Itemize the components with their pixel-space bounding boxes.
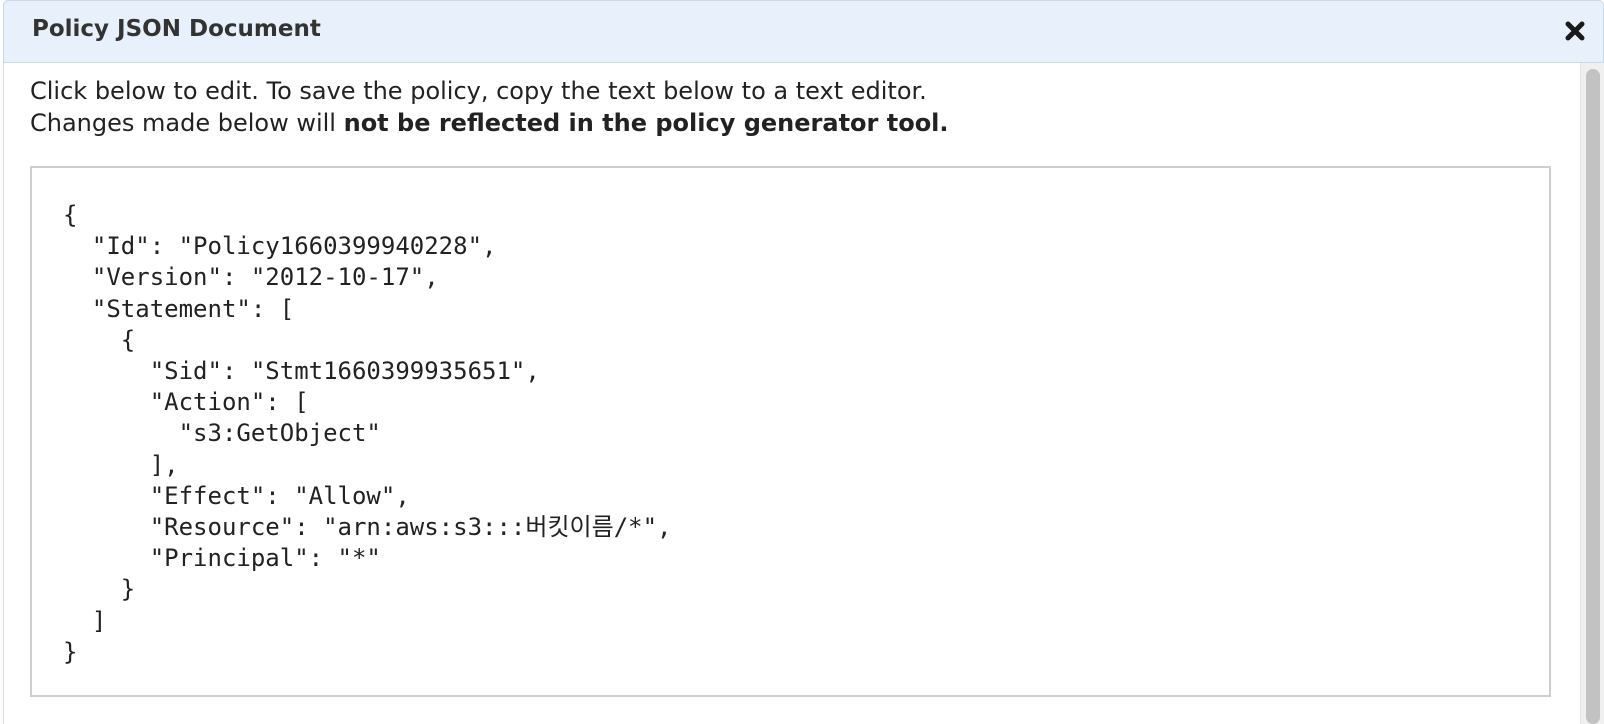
policy-json-dialog: Policy JSON Document Click below to edit… [0, 0, 1604, 724]
instructions: Click below to edit. To save the policy,… [30, 75, 949, 139]
instructions-line-1: Click below to edit. To save the policy,… [30, 77, 927, 105]
dialog-title: Policy JSON Document [32, 16, 321, 42]
close-button[interactable] [1557, 13, 1593, 49]
close-icon [1565, 21, 1585, 41]
scrollbar-thumb[interactable] [1586, 69, 1600, 724]
dialog-body: Click below to edit. To save the policy,… [3, 63, 1580, 724]
instructions-warning: not be reflected in the policy generator… [343, 109, 949, 137]
policy-json-editor[interactable]: { "Id": "Policy1660399940228", "Version"… [30, 166, 1551, 697]
vertical-scrollbar[interactable] [1580, 63, 1604, 724]
instructions-line-2-prefix: Changes made below will [30, 109, 344, 137]
dialog-titlebar: Policy JSON Document [3, 0, 1604, 63]
instructions-line-2: Changes made below will not be reflected… [30, 107, 949, 139]
policy-json-text[interactable]: { "Id": "Policy1660399940228", "Version"… [63, 200, 672, 668]
